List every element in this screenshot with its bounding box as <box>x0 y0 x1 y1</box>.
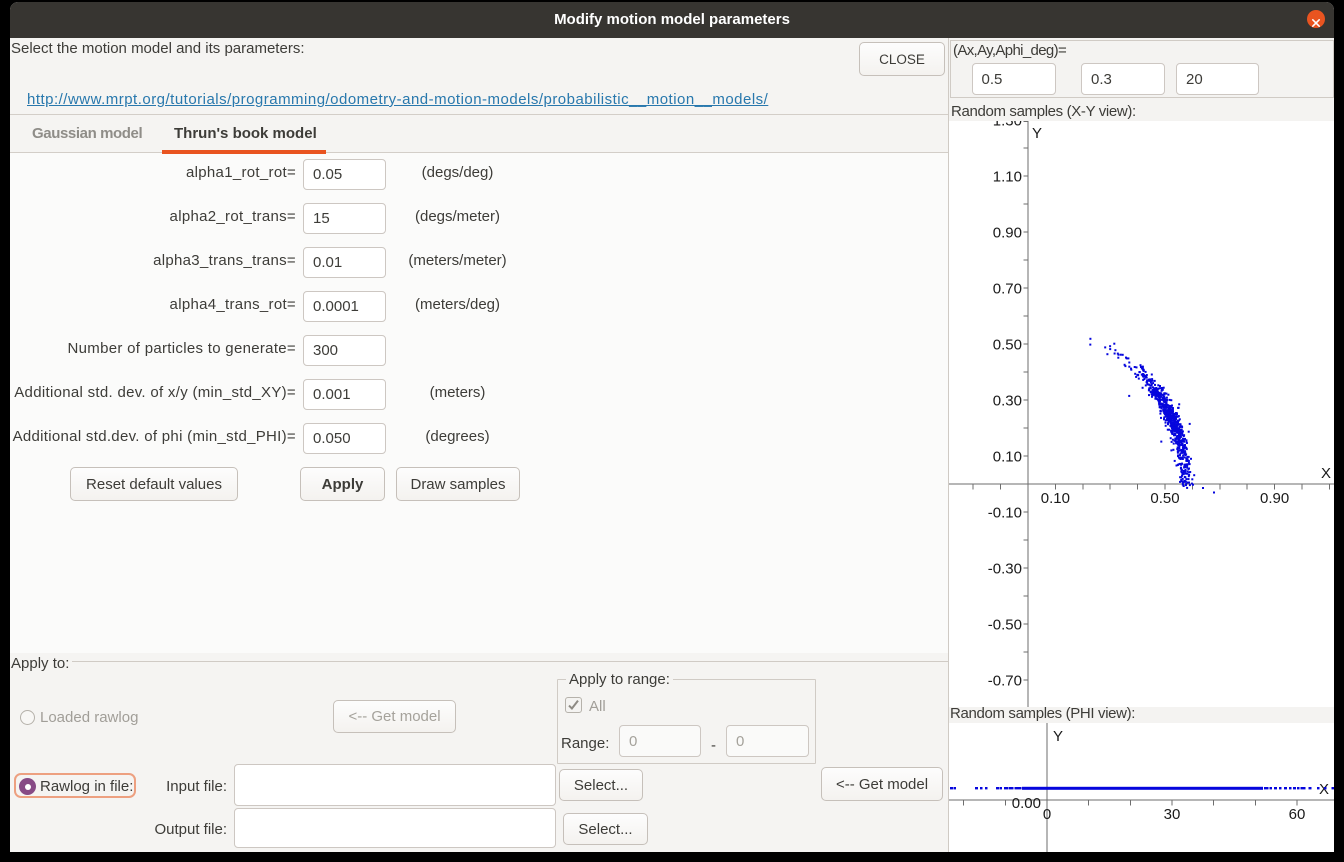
svg-text:X: X <box>1319 781 1329 798</box>
svg-text:60: 60 <box>1289 806 1306 823</box>
svg-text:Y: Y <box>1032 125 1042 142</box>
svg-text:0.50: 0.50 <box>993 337 1022 354</box>
svg-text:0: 0 <box>1043 806 1051 823</box>
svg-text:1.10: 1.10 <box>993 169 1022 186</box>
svg-text:0.50: 0.50 <box>1150 490 1179 507</box>
svg-text:30: 30 <box>1164 806 1181 823</box>
svg-text:0.90: 0.90 <box>993 225 1022 242</box>
svg-text:0.00: 0.00 <box>1012 795 1041 812</box>
svg-text:-0.70: -0.70 <box>988 673 1022 690</box>
svg-text:0.90: 0.90 <box>1260 490 1289 507</box>
svg-text:-0.50: -0.50 <box>988 617 1022 634</box>
svg-text:0.10: 0.10 <box>1041 490 1070 507</box>
svg-text:Y: Y <box>1053 728 1063 745</box>
svg-text:X: X <box>1321 465 1331 482</box>
svg-text:0.70: 0.70 <box>993 281 1022 298</box>
svg-text:0.10: 0.10 <box>993 449 1022 466</box>
svg-text:-0.30: -0.30 <box>988 561 1022 578</box>
svg-text:0.30: 0.30 <box>993 393 1022 410</box>
svg-text:-0.10: -0.10 <box>988 505 1022 522</box>
svg-text:1.30: 1.30 <box>993 121 1022 130</box>
